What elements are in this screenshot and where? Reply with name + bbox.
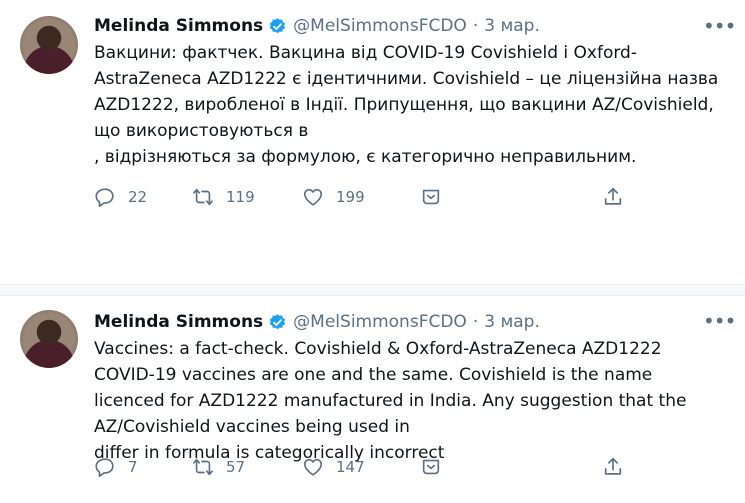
tweet-date[interactable]: 3 мар. <box>484 16 540 36</box>
tweet-divider <box>0 284 745 296</box>
tweet-header: Melinda Simmons @MelSimmonsFCDO · 3 мар. <box>94 311 540 333</box>
like-count: 199 <box>336 188 365 206</box>
tweet-text: Вакцини: фактчек. Вакцина від COVID-19 C… <box>94 40 726 170</box>
share-button[interactable] <box>602 186 636 208</box>
retweet-count: 57 <box>226 458 246 476</box>
like-count: 147 <box>336 458 365 476</box>
share-dropdown-icon <box>422 189 440 205</box>
tweet[interactable]: Melinda Simmons @MelSimmonsFCDO · 3 мар.… <box>0 0 745 292</box>
reply-button[interactable]: 7 <box>94 456 138 478</box>
separator-dot: · <box>472 16 479 36</box>
share-icon <box>604 187 622 205</box>
verified-badge-icon <box>268 313 287 332</box>
avatar[interactable] <box>20 310 78 368</box>
author-handle[interactable]: @MelSimmonsFCDO <box>293 312 467 332</box>
like-icon <box>303 188 323 206</box>
author-name[interactable]: Melinda Simmons <box>94 16 263 36</box>
tweet[interactable]: Melinda Simmons @MelSimmonsFCDO · 3 мар.… <box>0 296 745 503</box>
more-icon[interactable]: ••• <box>703 311 736 331</box>
tweet-text-part: , відрізняються за формулою, є категорич… <box>94 147 637 167</box>
verified-badge-icon <box>268 17 287 36</box>
more-icon[interactable]: ••• <box>703 16 736 36</box>
reply-icon <box>95 458 114 477</box>
like-icon <box>303 458 323 476</box>
share-button[interactable] <box>602 456 636 478</box>
retweet-button[interactable]: 57 <box>192 456 245 478</box>
like-button[interactable]: 199 <box>302 186 365 208</box>
retweet-button[interactable]: 119 <box>192 186 255 208</box>
share-dropdown-button[interactable] <box>420 456 454 478</box>
ukraine-flag-icon <box>315 123 337 137</box>
ukraine-flag-icon <box>416 419 438 433</box>
tweet-text: Vaccines: a fact-check. Covishield & Oxf… <box>94 336 726 466</box>
reply-button[interactable]: 22 <box>94 186 147 208</box>
share-icon <box>604 457 622 475</box>
like-button[interactable]: 147 <box>302 456 365 478</box>
reply-count: 22 <box>128 188 148 206</box>
tweet-text-part: Vaccines: a fact-check. Covishield & Oxf… <box>94 339 687 437</box>
share-dropdown-icon <box>422 459 440 475</box>
share-dropdown-button[interactable] <box>420 186 454 208</box>
retweet-count: 119 <box>226 188 255 206</box>
retweet-icon <box>193 458 213 476</box>
tweet-header: Melinda Simmons @MelSimmonsFCDO · 3 мар. <box>94 15 540 37</box>
tweet-text-part: Вакцини: фактчек. Вакцина від COVID-19 C… <box>94 43 719 141</box>
separator-dot: · <box>472 312 479 332</box>
retweet-icon <box>193 188 213 206</box>
tweet-date[interactable]: 3 мар. <box>484 312 540 332</box>
reply-count: 7 <box>128 458 138 476</box>
author-name[interactable]: Melinda Simmons <box>94 312 263 332</box>
tweet-actions: 22 119 199 <box>94 186 634 210</box>
tweet-actions: 7 57 147 <box>94 456 634 480</box>
author-handle[interactable]: @MelSimmonsFCDO <box>293 16 467 36</box>
reply-icon <box>95 188 114 207</box>
avatar[interactable] <box>20 16 78 74</box>
